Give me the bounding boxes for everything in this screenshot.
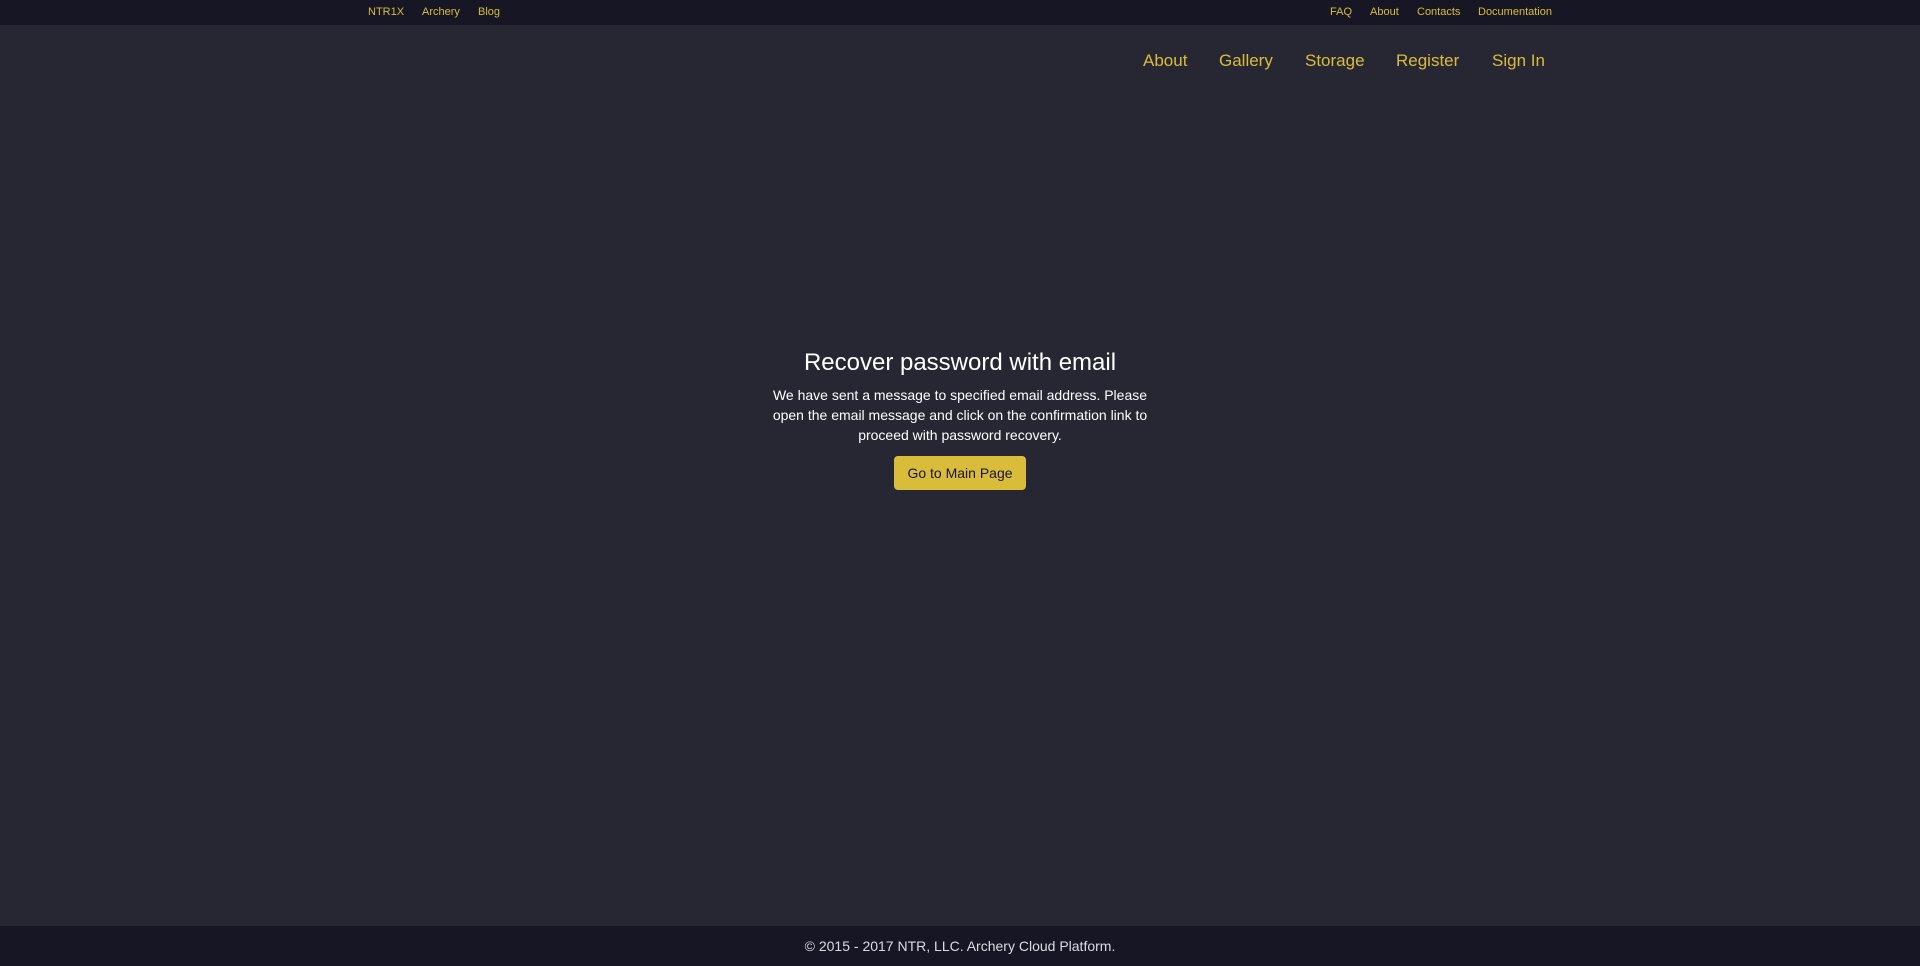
go-to-main-page-button[interactable]: Go to Main Page [894,456,1026,490]
top-link-documentation[interactable]: Documentation [1478,6,1552,18]
nav-gallery[interactable]: Gallery [1219,51,1273,71]
top-link-archery[interactable]: Archery [422,6,460,18]
nav-storage[interactable]: Storage [1305,51,1365,71]
recovery-message: We have sent a message to specified emai… [772,387,1148,443]
copyright-text: © 2015 - 2017 NTR, LLC. Archery Cloud Pl… [804,938,1116,954]
top-link-contacts[interactable]: Contacts [1417,6,1460,18]
nav-about[interactable]: About [1143,51,1187,71]
nav-sign-in[interactable]: Sign In [1492,51,1545,71]
top-link-about[interactable]: About [1370,6,1399,18]
recover-panel: Recover password with email We have sent… [760,346,1160,490]
footer: © 2015 - 2017 NTR, LLC. Archery Cloud Pl… [0,926,1920,966]
top-link-ntr1x[interactable]: NTR1X [368,6,404,18]
top-link-blog[interactable]: Blog [478,6,500,18]
nav-register[interactable]: Register [1396,51,1459,71]
top-link-faq[interactable]: FAQ [1330,6,1352,18]
page-title: Recover password with email [803,349,1117,376]
top-bar: NTR1X Archery Blog FAQ About Contacts Do… [0,0,1920,25]
